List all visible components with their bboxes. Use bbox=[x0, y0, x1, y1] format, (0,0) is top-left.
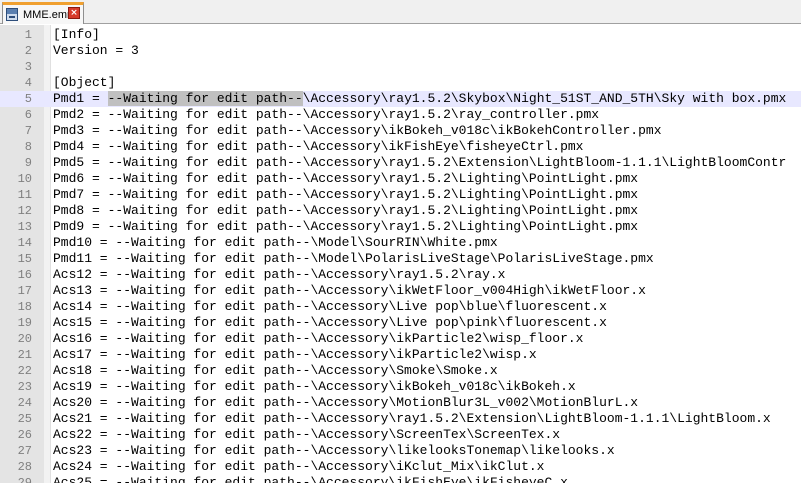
line-number: 21 bbox=[17, 348, 32, 362]
line-number: 23 bbox=[17, 380, 32, 394]
line-text[interactable]: Pmd6 = --Waiting for edit path--\Accesso… bbox=[53, 171, 638, 187]
editor-line[interactable]: 21 Acs17 = --Waiting for edit path--\Acce… bbox=[0, 347, 801, 363]
tab-bar: MME.emm × bbox=[0, 0, 801, 24]
line-prefix: Pmd1 = bbox=[53, 91, 108, 106]
close-icon[interactable]: × bbox=[68, 7, 80, 19]
line-text[interactable]: Acs21 = --Waiting for edit path--\Access… bbox=[53, 411, 771, 427]
editor-line[interactable]: 12 Pmd8 = --Waiting for edit path--\Acces… bbox=[0, 203, 801, 219]
line-number: 11 bbox=[17, 188, 32, 202]
line-number: 10 bbox=[17, 172, 32, 186]
line-number: 24 bbox=[17, 396, 32, 410]
line-number: 26 bbox=[17, 428, 32, 442]
editor-line[interactable]: 23 Acs19 = --Waiting for edit path--\Acce… bbox=[0, 379, 801, 395]
text-editor[interactable]: 1 [Info] 2 Version = 3 3 4 [Object] 5 Pmd1 = --W… bbox=[0, 25, 801, 483]
line-number: 25 bbox=[17, 412, 32, 426]
line-number: 19 bbox=[17, 316, 32, 330]
line-number: 13 bbox=[17, 220, 32, 234]
line-text[interactable]: Version = 3 bbox=[53, 43, 139, 59]
editor-line[interactable]: 25 Acs21 = --Waiting for edit path--\Acce… bbox=[0, 411, 801, 427]
line-number: 8 bbox=[24, 140, 32, 154]
line-text[interactable]: Acs14 = --Waiting for edit path--\Access… bbox=[53, 299, 607, 315]
editor-line[interactable]: 16 Acs12 = --Waiting for edit path--\Acce… bbox=[0, 267, 801, 283]
editor-line[interactable]: 8 Pmd4 = --Waiting for edit path--\Access… bbox=[0, 139, 801, 155]
line-text[interactable]: Pmd3 = --Waiting for edit path--\Accesso… bbox=[53, 123, 662, 139]
editor-line[interactable]: 7 Pmd3 = --Waiting for edit path--\Access… bbox=[0, 123, 801, 139]
line-rest: \Accessory\ray1.5.2\Skybox\Night_51ST_AN… bbox=[302, 91, 787, 106]
editor-line[interactable]: 17 Acs13 = --Waiting for edit path--\Acce… bbox=[0, 283, 801, 299]
line-number: 1 bbox=[24, 28, 32, 42]
editor-line[interactable]: 20 Acs16 = --Waiting for edit path--\Acce… bbox=[0, 331, 801, 347]
line-number: 29 bbox=[17, 476, 32, 483]
line-text[interactable]: Pmd11 = --Waiting for edit path--\Model\… bbox=[53, 251, 654, 267]
editor-line[interactable]: 13 Pmd9 = --Waiting for edit path--\Acces… bbox=[0, 219, 801, 235]
editor-line[interactable]: 14 Pmd10 = --Waiting for edit path--\Mode… bbox=[0, 235, 801, 251]
editor-line[interactable]: 24 Acs20 = --Waiting for edit path--\Acce… bbox=[0, 395, 801, 411]
line-text[interactable]: Acs18 = --Waiting for edit path--\Access… bbox=[53, 363, 498, 379]
line-number: 9 bbox=[24, 156, 32, 170]
line-text[interactable]: Acs25 = --Waiting for edit path--\Access… bbox=[53, 475, 568, 483]
line-text[interactable]: Acs19 = --Waiting for edit path--\Access… bbox=[53, 379, 576, 395]
editor-line[interactable]: 10 Pmd6 = --Waiting for edit path--\Acces… bbox=[0, 171, 801, 187]
editor-line[interactable]: 27 Acs23 = --Waiting for edit path--\Acce… bbox=[0, 443, 801, 459]
editor-line[interactable]: 19 Acs15 = --Waiting for edit path--\Acce… bbox=[0, 315, 801, 331]
editor-line[interactable]: 3 bbox=[0, 59, 801, 75]
line-text[interactable]: Pmd8 = --Waiting for edit path--\Accesso… bbox=[53, 203, 638, 219]
editor-line[interactable]: 5 Pmd1 = --Waiting for edit path--\Access… bbox=[0, 91, 801, 107]
line-number: 27 bbox=[17, 444, 32, 458]
line-text[interactable]: Pmd4 = --Waiting for edit path--\Accesso… bbox=[53, 139, 584, 155]
editor-line[interactable]: 9 Pmd5 = --Waiting for edit path--\Access… bbox=[0, 155, 801, 171]
line-text[interactable]: Acs22 = --Waiting for edit path--\Access… bbox=[53, 427, 560, 443]
line-text[interactable]: Acs13 = --Waiting for edit path--\Access… bbox=[53, 283, 646, 299]
tab-mme-emm[interactable]: MME.emm × bbox=[2, 2, 84, 24]
line-number: 16 bbox=[17, 268, 32, 282]
editor-line[interactable]: 29 Acs25 = --Waiting for edit path--\Acce… bbox=[0, 475, 801, 483]
line-number: 18 bbox=[17, 300, 32, 314]
line-number: 4 bbox=[24, 76, 32, 90]
line-number: 6 bbox=[24, 108, 32, 122]
editor-line[interactable]: 11 Pmd7 = --Waiting for edit path--\Acces… bbox=[0, 187, 801, 203]
line-text[interactable]: [Info] bbox=[53, 27, 100, 43]
line-number: 5 bbox=[24, 92, 32, 106]
text-selection[interactable]: --Waiting for edit path-- bbox=[107, 91, 303, 106]
line-text[interactable]: Acs16 = --Waiting for edit path--\Access… bbox=[53, 331, 584, 347]
editor-line[interactable]: 1 [Info] bbox=[0, 27, 801, 43]
line-number: 12 bbox=[17, 204, 32, 218]
line-text[interactable]: Acs20 = --Waiting for edit path--\Access… bbox=[53, 395, 638, 411]
editor-line[interactable]: 18 Acs14 = --Waiting for edit path--\Acce… bbox=[0, 299, 801, 315]
line-number: 7 bbox=[24, 124, 32, 138]
line-text[interactable]: [Object] bbox=[53, 75, 115, 91]
line-text[interactable]: Pmd1 = --Waiting for edit path--\Accesso… bbox=[53, 91, 786, 107]
line-number: 28 bbox=[17, 460, 32, 474]
line-text[interactable]: Acs15 = --Waiting for edit path--\Access… bbox=[53, 315, 607, 331]
line-number: 2 bbox=[24, 44, 32, 58]
line-text[interactable]: Pmd7 = --Waiting for edit path--\Accesso… bbox=[53, 187, 638, 203]
line-text[interactable]: Acs17 = --Waiting for edit path--\Access… bbox=[53, 347, 537, 363]
editor-line[interactable]: 26 Acs22 = --Waiting for edit path--\Acce… bbox=[0, 427, 801, 443]
line-text[interactable]: Acs23 = --Waiting for edit path--\Access… bbox=[53, 443, 615, 459]
line-number: 14 bbox=[17, 236, 32, 250]
editor-line[interactable]: 22 Acs18 = --Waiting for edit path--\Acce… bbox=[0, 363, 801, 379]
line-number: 22 bbox=[17, 364, 32, 378]
line-number: 15 bbox=[17, 252, 32, 266]
line-number: 3 bbox=[24, 60, 32, 74]
editor-line[interactable]: 6 Pmd2 = --Waiting for edit path--\Access… bbox=[0, 107, 801, 123]
editor-lines: 1 [Info] 2 Version = 3 3 4 [Object] 5 Pmd1 = --W… bbox=[0, 27, 801, 483]
line-text[interactable]: Pmd9 = --Waiting for edit path--\Accesso… bbox=[53, 219, 638, 235]
line-text[interactable]: Pmd5 = --Waiting for edit path--\Accesso… bbox=[53, 155, 786, 171]
line-text[interactable]: Acs24 = --Waiting for edit path--\Access… bbox=[53, 459, 544, 475]
editor-line[interactable]: 2 Version = 3 bbox=[0, 43, 801, 59]
editor-line[interactable]: 4 [Object] bbox=[0, 75, 801, 91]
line-text[interactable]: Pmd10 = --Waiting for edit path--\Model\… bbox=[53, 235, 498, 251]
line-number: 17 bbox=[17, 284, 32, 298]
line-number: 20 bbox=[17, 332, 32, 346]
line-text[interactable]: Pmd2 = --Waiting for edit path--\Accesso… bbox=[53, 107, 599, 123]
editor-line[interactable]: 28 Acs24 = --Waiting for edit path--\Acce… bbox=[0, 459, 801, 475]
file-save-icon bbox=[6, 8, 18, 21]
editor-line[interactable]: 15 Pmd11 = --Waiting for edit path--\Mode… bbox=[0, 251, 801, 267]
line-text[interactable]: Acs12 = --Waiting for edit path--\Access… bbox=[53, 267, 505, 283]
